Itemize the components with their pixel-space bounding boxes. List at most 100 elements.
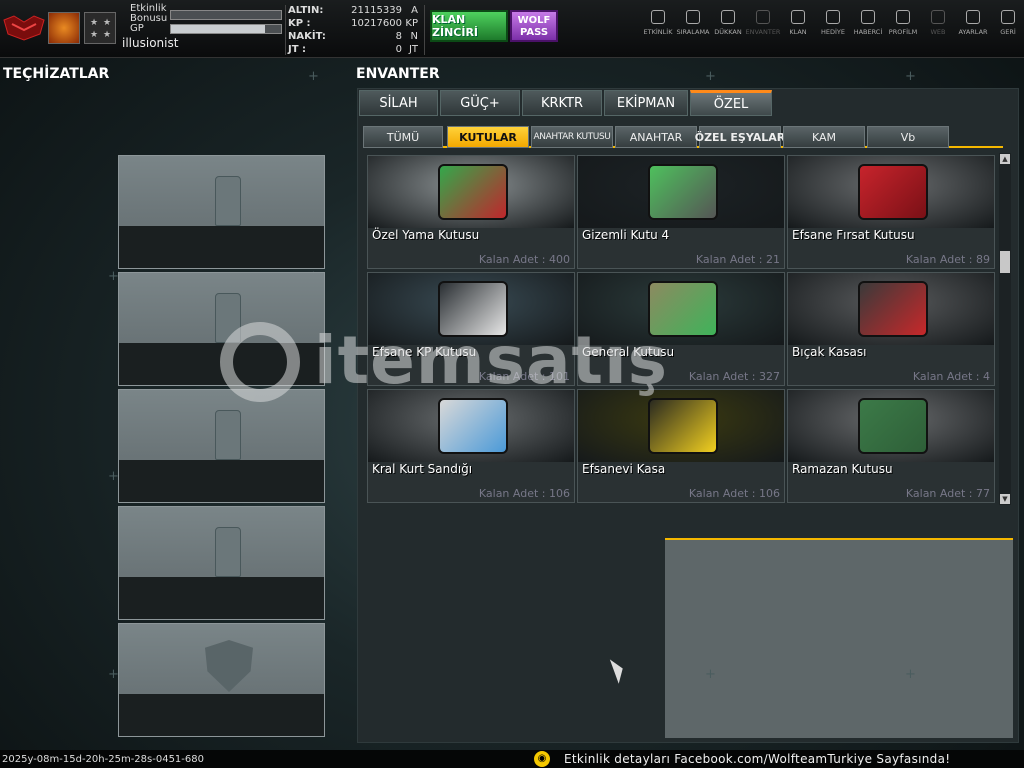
gp-label: GP — [130, 23, 144, 34]
nav-megaphone[interactable]: HABERCİ — [850, 10, 886, 36]
equipment-slot[interactable] — [118, 389, 325, 503]
nav-label: WEB — [930, 28, 946, 36]
tab-krktr[interactable]: KRKTR — [522, 90, 602, 116]
wolf-pass-button[interactable]: WOLF PASS — [510, 10, 558, 42]
item-name: General Kutusu — [582, 345, 675, 359]
item-card[interactable]: Efsane KP Kutusu Kalan Adet : 101 — [367, 272, 575, 386]
item-name: Efsanevi Kasa — [582, 462, 666, 476]
nav-back[interactable]: GERİ — [990, 10, 1024, 36]
item-image — [578, 156, 784, 228]
currency-row-kp: KP : 10217600 KP — [286, 18, 424, 30]
nav-gift[interactable]: HEDİYE — [815, 10, 851, 36]
item-count: Kalan Adet : 4 — [912, 370, 990, 383]
event-message: Etkinlik detayları Facebook.com/Wolfteam… — [564, 752, 951, 766]
tab-ekipman[interactable]: EKİPMAN — [604, 90, 688, 116]
event-bonus-label: Etkinlik Bonusu — [130, 3, 168, 24]
currency-label: ALTIN: — [288, 5, 324, 16]
item-name: Gizemli Kutu 4 — [582, 228, 670, 242]
subtab-ozel-esyalar[interactable]: ÖZEL EŞYALAR — [695, 126, 785, 148]
nav-label: HEDİYE — [821, 28, 845, 36]
currency-value: 8 — [395, 31, 402, 42]
currency-label: JT : — [288, 44, 307, 55]
currency-row-altin: ALTIN: 21115339 A — [286, 5, 424, 17]
item-card[interactable]: General Kutusu Kalan Adet : 327 — [577, 272, 785, 386]
spray-icon — [215, 176, 241, 226]
inventory-title: ENVANTER — [356, 66, 440, 82]
scroll-up-icon[interactable]: ▲ — [1000, 154, 1010, 164]
nav-inventory[interactable]: ENVANTER — [745, 10, 781, 36]
item-name: Bıçak Kasası — [792, 345, 867, 359]
gp-bar — [170, 24, 282, 34]
gift-icon — [826, 10, 840, 24]
spray-icon — [215, 410, 241, 460]
subtab-vb[interactable]: Vb — [867, 126, 949, 148]
nav-label: PROFİLM — [888, 28, 918, 36]
plus-marker: + — [905, 667, 916, 682]
item-scrollbar[interactable]: ▲ ▼ — [999, 153, 1011, 505]
item-card[interactable]: Bıçak Kasası Kalan Adet : 4 — [787, 272, 995, 386]
box-icon — [648, 164, 718, 220]
item-image — [368, 156, 574, 228]
item-card[interactable]: Kral Kurt Sandığı Kalan Adet : 106 — [367, 389, 575, 503]
scroll-thumb[interactable] — [1000, 251, 1010, 273]
item-name: Kral Kurt Sandığı — [372, 462, 473, 476]
nav-label: DÜKKAN — [714, 28, 742, 36]
nav-label: ENVANTER — [745, 28, 781, 36]
item-card[interactable]: Gizemli Kutu 4 Kalan Adet : 21 — [577, 155, 785, 269]
subtab-kutular[interactable]: KUTULAR — [447, 126, 529, 148]
tab-silah[interactable]: SİLAH — [359, 90, 438, 116]
klan-chain-button[interactable]: KLAN ZİNCİRİ — [430, 10, 508, 42]
box-icon — [438, 164, 508, 220]
clock-icon — [651, 10, 665, 24]
nav-profile[interactable]: PROFİLM — [885, 10, 921, 36]
nav-globe[interactable]: WEB — [920, 10, 956, 36]
rank-badge-icon[interactable] — [48, 12, 80, 44]
equipment-slot[interactable] — [118, 155, 325, 269]
currency-label: KP : — [288, 18, 311, 29]
nav-label: ETKİNLİK — [643, 28, 673, 36]
item-count: Kalan Adet : 106 — [478, 487, 570, 500]
item-image — [578, 273, 784, 345]
item-card[interactable]: Özel Yama Kutusu Kalan Adet : 400 — [367, 155, 575, 269]
box-icon — [648, 281, 718, 337]
item-name: Ramazan Kutusu — [792, 462, 893, 476]
plus-marker: + — [705, 69, 716, 84]
subtab-kam[interactable]: KAM — [783, 126, 865, 148]
equipment-slot[interactable] — [118, 272, 325, 386]
subtab-tumu[interactable]: TÜMÜ — [363, 126, 443, 148]
nav-clan[interactable]: KLAN — [780, 10, 816, 36]
nav-label: SIRALAMA — [676, 28, 710, 36]
item-image — [368, 390, 574, 462]
item-card[interactable]: Efsanevi Kasa Kalan Adet : 106 — [577, 389, 785, 503]
equipment-slot[interactable] — [118, 623, 325, 737]
item-card[interactable]: Efsane Fırsat Kutusu Kalan Adet : 89 — [787, 155, 995, 269]
equipment-slot[interactable] — [118, 506, 325, 620]
nav-gear[interactable]: AYARLAR — [955, 10, 991, 36]
plus-marker: + — [705, 667, 716, 682]
nav-label: AYARLAR — [958, 28, 988, 36]
tab-guc[interactable]: GÜÇ+ — [440, 90, 520, 116]
nav-clock[interactable]: ETKİNLİK — [640, 10, 676, 36]
currency-value: 21115339 — [351, 5, 402, 16]
nav-medal[interactable]: SIRALAMA — [675, 10, 711, 36]
nav-label: KLAN — [789, 28, 807, 36]
currency-unit: A — [411, 5, 418, 16]
event-info-icon[interactable]: ◉ — [534, 751, 550, 767]
item-count: Kalan Adet : 77 — [905, 487, 990, 500]
subtab-anahtar[interactable]: ANAHTAR — [615, 126, 697, 148]
cart-icon — [721, 10, 735, 24]
item-count: Kalan Adet : 21 — [695, 253, 780, 266]
top-bar: ★ ★ ★ ★ Etkinlik Bonusu GP illusionist ALT… — [0, 0, 1024, 58]
item-grid: Özel Yama Kutusu Kalan Adet : 400 Gizemli … — [367, 155, 997, 505]
item-name: Özel Yama Kutusu — [372, 228, 480, 242]
subtab-anahtar-kutusu[interactable]: ANAHTAR KUTUSU — [531, 126, 613, 148]
currency-unit: N — [410, 31, 418, 42]
item-card[interactable]: Ramazan Kutusu Kalan Adet : 77 — [787, 389, 995, 503]
nav-cart[interactable]: DÜKKAN — [710, 10, 746, 36]
stars-badge-icon[interactable]: ★ ★ ★ ★ — [84, 12, 116, 44]
currency-panel: ALTIN: 21115339 A KP : 10217600 KP NAKİT… — [285, 5, 425, 55]
nav-label: GERİ — [1000, 28, 1016, 36]
clan-icon — [791, 10, 805, 24]
tab-ozel[interactable]: ÖZEL — [690, 90, 772, 116]
scroll-down-icon[interactable]: ▼ — [1000, 494, 1010, 504]
